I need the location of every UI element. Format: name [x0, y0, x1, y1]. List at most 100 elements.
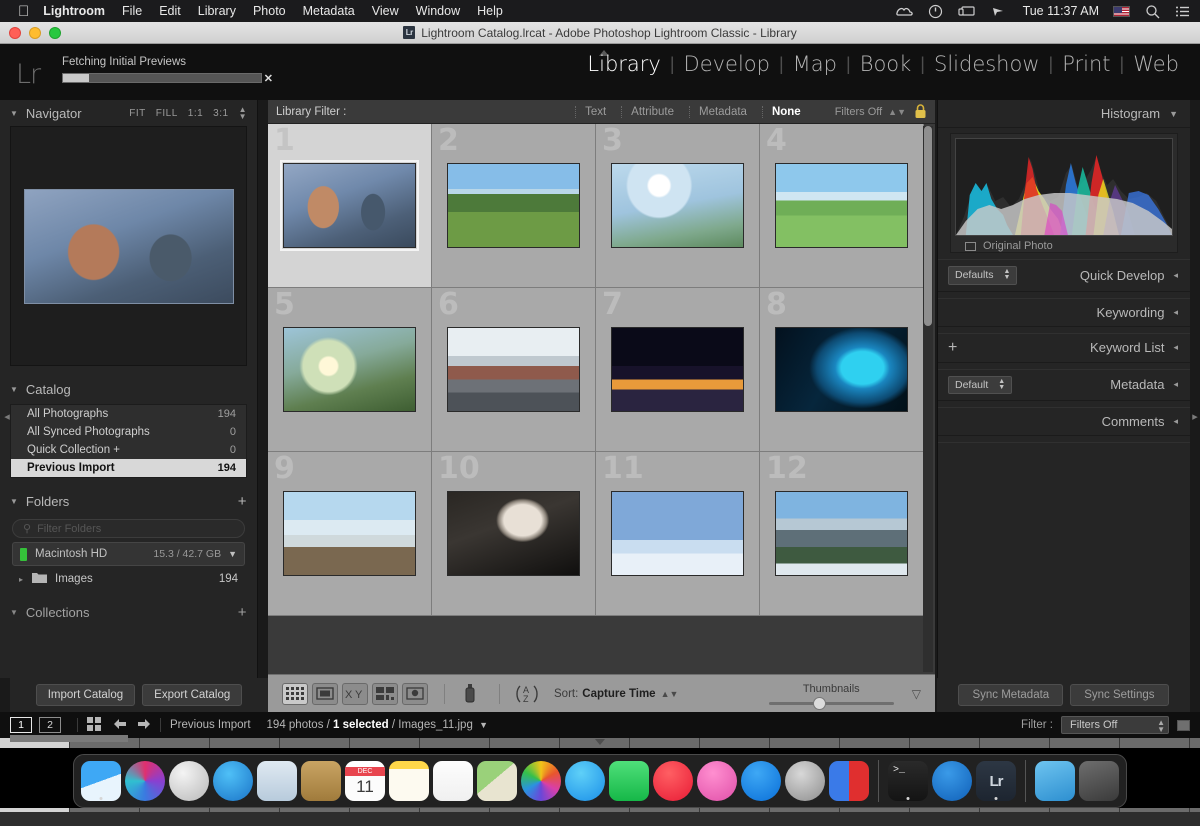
metadata-header[interactable]: Default ▲▼ Metadata ◂: [938, 370, 1190, 402]
menu-item-lightroom[interactable]: Lightroom: [43, 4, 105, 18]
module-develop[interactable]: Develop: [675, 52, 779, 76]
loupe-view-icon[interactable]: [312, 683, 338, 705]
dock-icon-news[interactable]: [653, 761, 693, 801]
sort-stepper-icon[interactable]: ▲▼: [661, 689, 679, 699]
dock-icon-terminal[interactable]: >_: [888, 761, 928, 801]
export-catalog-button[interactable]: Export Catalog: [142, 684, 242, 706]
dock-icon-lightroom[interactable]: Lr: [976, 761, 1016, 801]
stepper-icon[interactable]: ▲▼: [998, 379, 1005, 392]
original-photo-row[interactable]: Original Photo: [965, 240, 1163, 252]
filter-toggle-icon[interactable]: [1177, 720, 1190, 731]
dock-icon-notes[interactable]: [389, 761, 429, 801]
dock-icon-magnet[interactable]: [829, 761, 869, 801]
grid-scrollbar-thumb[interactable]: [924, 126, 932, 326]
grid-scrollbar[interactable]: [923, 126, 933, 672]
window-controls[interactable]: [9, 22, 61, 44]
menu-item-help[interactable]: Help: [477, 4, 503, 18]
slider-knob[interactable]: [813, 697, 826, 710]
thumbnail-grid[interactable]: 123456789101112: [268, 124, 935, 674]
chevron-left-icon[interactable]: ◂: [1173, 307, 1178, 318]
az-sort-icon[interactable]: AZ: [512, 683, 542, 705]
module-web[interactable]: Web: [1124, 52, 1188, 76]
screen-2-button[interactable]: 2: [39, 717, 61, 733]
grid-cell-8[interactable]: 8: [760, 288, 924, 452]
creative-cloud-icon[interactable]: [895, 4, 913, 18]
chevron-down-icon[interactable]: ▼: [479, 720, 488, 730]
folder-filter-input[interactable]: ⚲ Filter Folders: [12, 519, 245, 538]
survey-view-icon[interactable]: [372, 683, 398, 705]
folder-images[interactable]: ▸ Images 194: [12, 569, 245, 589]
dock-icon-siri[interactable]: [125, 761, 165, 801]
chevron-down-icon[interactable]: ▼: [10, 109, 18, 118]
grid-cell-12[interactable]: 12: [760, 452, 924, 616]
dock-icon-finder[interactable]: [81, 761, 121, 801]
module-book[interactable]: Book: [851, 52, 921, 76]
histogram-graph[interactable]: – – – –: [955, 138, 1173, 236]
people-view-icon[interactable]: [402, 683, 428, 705]
navigator-header[interactable]: ▼ Navigator FIT FILL 1:1 3:1 ▲▼: [0, 100, 257, 126]
catalog-item-quick-collection[interactable]: Quick Collection + 0: [11, 441, 246, 459]
quick-develop-header[interactable]: Defaults ▲▼ Quick Develop ◂: [938, 260, 1190, 292]
volume-macintosh-hd[interactable]: Macintosh HD 15.3 / 42.7 GB ▼: [12, 542, 245, 566]
menu-item-edit[interactable]: Edit: [159, 4, 181, 18]
catalog-item-all-photographs[interactable]: All Photographs 194: [11, 405, 246, 423]
chevron-left-icon[interactable]: ◂: [1173, 379, 1178, 390]
module-library[interactable]: Library: [578, 52, 669, 76]
plus-icon[interactable]: +: [238, 493, 247, 510]
comments-header[interactable]: Comments ◂: [938, 408, 1190, 436]
sync-metadata-button[interactable]: Sync Metadata: [958, 684, 1063, 706]
chevron-left-icon[interactable]: ◂: [1173, 270, 1178, 281]
menu-item-photo[interactable]: Photo: [253, 4, 286, 18]
dock-icon-maps[interactable]: [477, 761, 517, 801]
dock-icon-trash[interactable]: [1079, 761, 1119, 801]
grid-cell-5[interactable]: 5: [268, 288, 432, 452]
grid-cell-10[interactable]: 10: [432, 452, 596, 616]
chevron-down-icon[interactable]: ▼: [1169, 109, 1178, 119]
module-slideshow[interactable]: Slideshow: [925, 52, 1049, 76]
menu-item-file[interactable]: File: [122, 4, 142, 18]
apple-icon[interactable]: : [18, 4, 29, 19]
catalog-item-all-synced-photographs[interactable]: All Synced Photographs 0: [11, 423, 246, 441]
left-panel-toggle[interactable]: ◂: [2, 410, 12, 423]
catalog-item-previous-import[interactable]: Previous Import 194: [11, 459, 246, 477]
arrow-right-icon[interactable]: [137, 718, 151, 733]
dock-icon-downloads[interactable]: [1035, 761, 1075, 801]
dock-icon-contacts[interactable]: [301, 761, 341, 801]
grid-cell-11[interactable]: 11: [596, 452, 760, 616]
dock-icon-calendar[interactable]: DEC11: [345, 761, 385, 801]
lock-icon[interactable]: [914, 104, 927, 119]
dock-icon-itunes[interactable]: [697, 761, 737, 801]
close-icon[interactable]: ✕: [264, 72, 273, 85]
sync-settings-button[interactable]: Sync Settings: [1070, 684, 1168, 706]
collections-header[interactable]: ▼ Collections +: [0, 598, 257, 626]
plus-icon[interactable]: +: [948, 340, 957, 356]
filter-option-text[interactable]: Text: [575, 106, 615, 118]
slider-track[interactable]: [769, 702, 894, 705]
metadata-preset-select[interactable]: Default ▲▼: [948, 376, 1012, 395]
histogram-header[interactable]: Histogram ▼: [938, 100, 1190, 128]
menu-item-library[interactable]: Library: [198, 4, 236, 18]
filter-stepper-icon[interactable]: ▲▼: [888, 107, 906, 117]
compare-view-icon[interactable]: XY: [342, 683, 368, 705]
grid-icon[interactable]: [87, 717, 101, 734]
plus-icon[interactable]: +: [238, 604, 247, 621]
filters-off-label[interactable]: Filters Off: [835, 106, 882, 118]
chevron-down-icon[interactable]: ▼: [228, 549, 237, 559]
dock-icon-messages[interactable]: [565, 761, 605, 801]
menu-clock[interactable]: Tue 11:37 AM: [1023, 4, 1099, 18]
grid-thumbnail[interactable]: [283, 163, 416, 248]
menu-item-metadata[interactable]: Metadata: [303, 4, 355, 18]
chevron-left-icon[interactable]: ◂: [1173, 342, 1178, 353]
folders-header[interactable]: ▼ Folders +: [0, 487, 257, 515]
screen-1-button[interactable]: 1: [10, 717, 32, 733]
search-icon[interactable]: [1145, 4, 1160, 19]
quick-develop-preset-select[interactable]: Defaults ▲▼: [948, 266, 1017, 285]
maximize-window-button[interactable]: [49, 27, 61, 39]
filmstrip-scrollbar-thumb[interactable]: [10, 735, 128, 742]
thumbnail-size-slider[interactable]: Thumbnails: [769, 683, 894, 705]
grid-cell-6[interactable]: 6: [432, 288, 596, 452]
grid-thumbnail[interactable]: [283, 491, 416, 576]
grid-thumbnail[interactable]: [775, 491, 908, 576]
chevron-left-icon[interactable]: ◂: [1173, 416, 1178, 427]
disclosure-triangle-icon[interactable]: ▸: [19, 575, 23, 584]
